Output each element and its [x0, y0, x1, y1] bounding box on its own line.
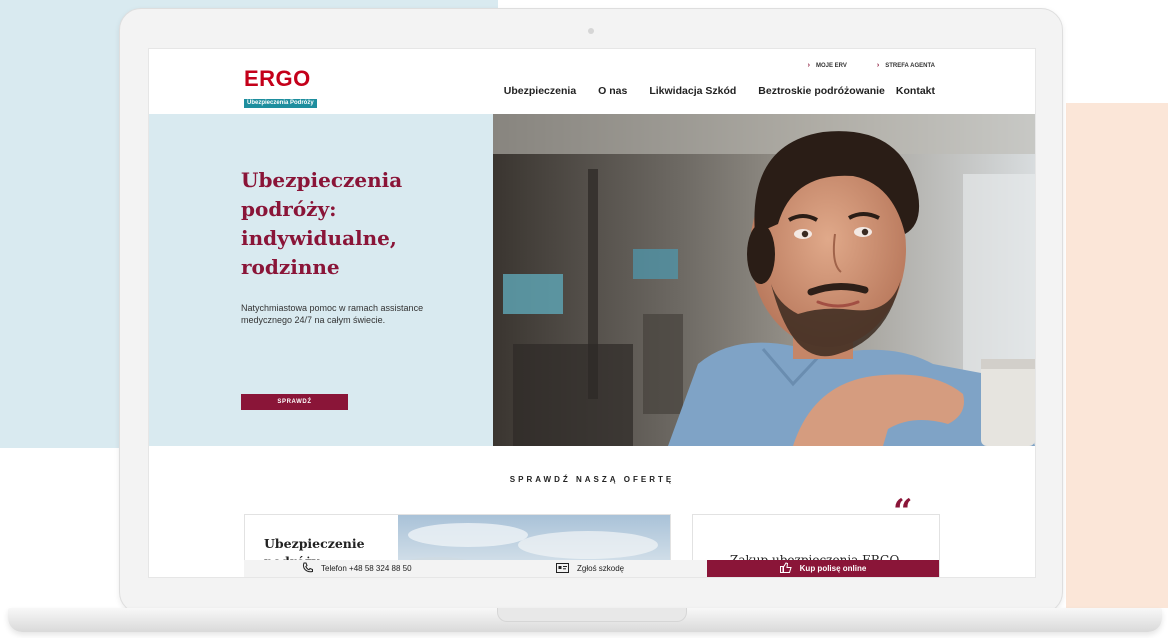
claim-label: Zgłoś szkodę [577, 564, 625, 573]
quote-icon: “ [893, 492, 913, 532]
sprawdz-button[interactable]: SPRAWDŹ [241, 394, 348, 410]
buy-policy-button[interactable]: Kup polisę online [707, 560, 939, 577]
nav-item-ubezpieczenia[interactable]: Ubezpieczenia [504, 85, 576, 97]
contact-bar: Telefon +48 58 324 88 50 Zgłoś szkodę Ku… [244, 560, 939, 577]
laptop-notch [497, 608, 687, 622]
top-link-label: STREFA AGENTA [885, 63, 935, 69]
hero-subtitle: Natychmiastowa pomoc w ramach assistance… [241, 303, 424, 325]
logo-wordmark: ERGO [244, 66, 311, 91]
offer-heading: SPRAWDŹ NASZĄ OFERTĘ [509, 475, 675, 484]
phone-label: Telefon +48 58 324 88 50 [321, 564, 412, 573]
decorative-backdrop-right [1066, 103, 1168, 608]
hero-panel: Ubezpieczenia podróży: indywidualne, rod… [149, 114, 493, 446]
logo-tagline: Ubezpieczenia Podróży [244, 99, 317, 108]
report-claim-link[interactable]: Zgłoś szkodę [556, 560, 624, 577]
camera-dot [588, 28, 594, 34]
nav-item-kontakt[interactable]: Kontakt [896, 85, 935, 97]
top-link-strefa-agenta[interactable]: › STREFA AGENTA [877, 62, 935, 69]
hero-title: Ubezpieczenia podróży: indywidualne, rod… [241, 168, 403, 279]
website-screen: ERGO Ubezpieczenia Podróży › MOJE ERV › ST… [148, 48, 1036, 578]
chevron-right-icon: › [807, 62, 810, 69]
chevron-right-icon: › [876, 62, 880, 69]
top-links: › MOJE ERV › STREFA AGENTA [808, 62, 935, 69]
nav-item-o-nas[interactable]: O nas [598, 85, 627, 97]
phone-link[interactable]: Telefon +48 58 324 88 50 [302, 560, 412, 577]
id-card-icon [556, 562, 569, 575]
phone-icon [302, 562, 313, 575]
top-link-label: MOJE ERV [815, 63, 847, 69]
main-nav: Ubezpieczenia O nas Likwidacja Szkód Bez… [504, 85, 935, 97]
hero-photo [493, 114, 1035, 446]
ergo-logo[interactable]: ERGO Ubezpieczenia Podróży [244, 67, 317, 109]
nav-item-beztroskie-podrozowanie[interactable]: Beztroskie podróżowanie [758, 85, 885, 97]
thumbs-up-icon [779, 562, 792, 575]
nav-item-likwidacja-szkod[interactable]: Likwidacja Szkód [649, 85, 736, 97]
buy-label: Kup polisę online [799, 564, 867, 573]
top-link-moje-erv[interactable]: › MOJE ERV [808, 62, 847, 69]
